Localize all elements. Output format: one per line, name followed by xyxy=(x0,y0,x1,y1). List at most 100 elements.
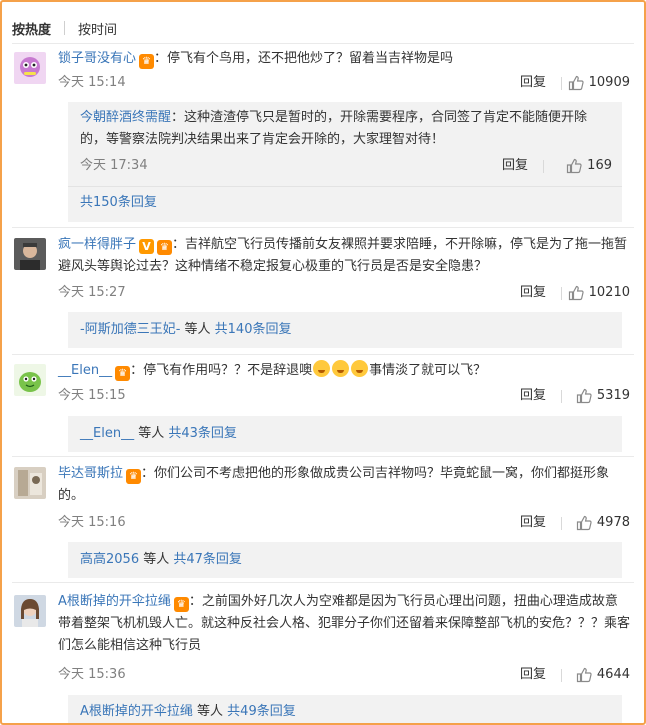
member-crown-icon: ♛ xyxy=(173,597,189,612)
more-replies-link[interactable]: __Elen__ 等人 共43条回复 xyxy=(80,424,237,444)
avatar[interactable] xyxy=(14,364,46,396)
reply-box: __Elen__ 等人 共43条回复 xyxy=(68,416,622,452)
thumbs-up-icon xyxy=(568,285,584,301)
comment-time: 今天 15:16 xyxy=(58,515,126,530)
divider xyxy=(12,43,634,44)
thumbs-up-icon xyxy=(576,667,592,683)
more-replies-link[interactable]: 共150条回复 xyxy=(80,193,157,213)
more-replies-count[interactable]: 共49条回复 xyxy=(227,704,296,719)
comment-text: A根断掉的开伞拉绳 ♛ ：之前国外好几次人为空难都是因为飞行员心理出问题，扭曲心理造… xyxy=(58,591,630,657)
like-button[interactable]: 5319 xyxy=(576,386,630,406)
avatar[interactable] xyxy=(14,238,46,270)
reply-box: A根断掉的开伞拉绳 等人 共49条回复 xyxy=(68,695,622,723)
reply-button[interactable]: 回复 xyxy=(502,156,528,176)
sub-reply: 今朝醉酒终需醒：这种渣渣停飞只是暂时的，开除需要程序，合同签了肯定不能随便开除的… xyxy=(80,107,612,174)
divider xyxy=(12,227,634,228)
comment-text: 锁子哥没有心 ♛ ：停飞有个鸟用，还不把他炒了？留着当吉祥物是吗 xyxy=(58,48,630,70)
verified-v-icon: V xyxy=(139,239,155,254)
reply-preview-label: 等人 xyxy=(139,552,174,567)
more-replies-count[interactable]: 共47条回复 xyxy=(173,552,242,567)
reply-button[interactable]: 回复 xyxy=(520,283,546,303)
comment-username[interactable]: __Elen__ xyxy=(58,363,112,378)
meta-divider xyxy=(561,390,562,403)
emoji-icon xyxy=(332,360,350,377)
meta-divider xyxy=(561,287,562,300)
comment-meta: 今天 15:36 回复 4644 xyxy=(58,665,630,685)
comment-username[interactable]: 毕达哥斯拉 xyxy=(58,466,123,481)
comment-time: 今天 15:15 xyxy=(58,388,126,403)
like-count: 5319 xyxy=(596,388,630,403)
comment-meta: 今天 15:14 回复 10909 xyxy=(58,73,630,93)
like-button[interactable]: 10909 xyxy=(568,73,630,93)
divider xyxy=(12,582,634,583)
comment-item: A根断掉的开伞拉绳 ♛ ：之前国外好几次人为空难都是因为飞行员心理出问题，扭曲心理造… xyxy=(12,591,634,723)
like-count: 10210 xyxy=(588,285,630,300)
more-replies-link[interactable]: -阿斯加德三王妃- 等人 共140条回复 xyxy=(80,320,291,340)
reply-preview-user[interactable]: A根断掉的开伞拉绳 xyxy=(80,704,193,719)
like-button[interactable]: 4644 xyxy=(576,665,630,685)
like-count: 4644 xyxy=(596,667,630,682)
meta-divider xyxy=(543,160,544,173)
more-replies-link[interactable]: 高高2056 等人 共47条回复 xyxy=(80,550,242,570)
comment-content-start: ：停飞有作用吗？？不是辞退噢 xyxy=(130,363,313,378)
comment-text: 疯一样得胖子 V ♛ ：吉祥航空飞行员传播前女友裸照并要求陪睡，不开除嘛，停飞是为了拖… xyxy=(58,234,630,278)
reply-preview-label: 等人 xyxy=(180,322,215,337)
comment-text: __Elen__ ♛ ：停飞有作用吗？？不是辞退噢 事情淡了就可以飞？ xyxy=(58,360,630,382)
comment-item: 锁子哥没有心 ♛ ：停飞有个鸟用，还不把他炒了？留着当吉祥物是吗 今天 15:14 … xyxy=(12,48,634,223)
sub-reply-text: 今朝醉酒终需醒：这种渣渣停飞只是暂时的，开除需要程序，合同签了肯定不能随便开除的… xyxy=(80,107,612,151)
reply-button[interactable]: 回复 xyxy=(520,513,546,533)
more-replies-count[interactable]: 共43条回复 xyxy=(168,426,237,441)
emoji-icon xyxy=(351,360,369,377)
comment-time: 今天 15:14 xyxy=(58,75,126,90)
reply-preview-user[interactable]: __Elen__ xyxy=(80,426,134,441)
like-button[interactable]: 169 xyxy=(566,156,612,176)
more-replies-count[interactable]: 共140条回复 xyxy=(215,322,292,337)
comment-item: 毕达哥斯拉 ♛ ：你们公司不考虑把他的形象做成贵公司吉祥物吗？毕竟蛇鼠一窝，你们都挺… xyxy=(12,463,634,579)
sub-reply-username[interactable]: 今朝醉酒终需醒 xyxy=(80,110,171,125)
comment-panel: 按热度 按时间 锁子哥没有心 ♛ ：停飞有个鸟用，还不把他炒了？留着当吉祥物是吗 今… xyxy=(0,0,646,725)
like-count: 169 xyxy=(587,158,612,173)
like-count: 4978 xyxy=(596,515,630,530)
like-count: 10909 xyxy=(588,75,630,90)
avatar[interactable] xyxy=(14,52,46,84)
divider xyxy=(68,186,622,187)
sub-reply-meta: 今天 17:34 回复 169 xyxy=(80,156,612,176)
reply-button[interactable]: 回复 xyxy=(520,665,546,685)
member-crown-icon: ♛ xyxy=(115,366,131,381)
comment-meta: 今天 15:16 回复 4978 xyxy=(58,513,630,533)
comment-item: __Elen__ ♛ ：停飞有作用吗？？不是辞退噢 事情淡了就可以飞？ 今天 15:1… xyxy=(12,360,634,454)
reply-preview-user[interactable]: -阿斯加德三王妃- xyxy=(80,322,180,337)
thumbs-up-icon xyxy=(567,158,582,174)
sort-bar: 按热度 按时间 xyxy=(12,18,117,38)
meta-divider xyxy=(561,77,562,90)
more-replies-count[interactable]: 共150条回复 xyxy=(80,195,157,210)
comment-meta: 今天 15:27 回复 10210 xyxy=(58,283,630,303)
comment-meta: 今天 15:15 回复 5319 xyxy=(58,386,630,406)
divider xyxy=(12,456,634,457)
reply-box: -阿斯加德三王妃- 等人 共140条回复 xyxy=(68,312,622,348)
comment-time: 今天 15:36 xyxy=(58,667,126,682)
sort-by-time-tab[interactable]: 按时间 xyxy=(78,19,117,38)
reply-button[interactable]: 回复 xyxy=(520,386,546,406)
avatar[interactable] xyxy=(14,595,46,627)
like-button[interactable]: 10210 xyxy=(568,283,630,303)
more-replies-link[interactable]: A根断掉的开伞拉绳 等人 共49条回复 xyxy=(80,702,296,722)
member-crown-icon: ♛ xyxy=(139,54,155,69)
member-crown-icon: ♛ xyxy=(126,469,142,484)
like-button[interactable]: 4978 xyxy=(576,513,630,533)
comment-username[interactable]: 疯一样得胖子 xyxy=(58,237,136,252)
comment-username[interactable]: 锁子哥没有心 xyxy=(58,51,136,66)
avatar[interactable] xyxy=(14,467,46,499)
comment-content: ：停飞有个鸟用，还不把他炒了？留着当吉祥物是吗 xyxy=(154,51,454,66)
thumbs-up-icon xyxy=(576,515,592,531)
sort-divider xyxy=(64,21,66,35)
meta-divider xyxy=(561,517,562,530)
emoji-icon xyxy=(313,360,331,377)
sort-by-hot-tab[interactable]: 按热度 xyxy=(12,19,51,38)
divider xyxy=(12,354,634,355)
comment-item: 疯一样得胖子 V ♛ ：吉祥航空飞行员传播前女友裸照并要求陪睡，不开除嘛，停飞是为了拖… xyxy=(12,234,634,352)
comment-content: ：你们公司不考虑把他的形象做成贵公司吉祥物吗？毕竟蛇鼠一窝，你们都挺形象的。 xyxy=(58,466,610,503)
reply-button[interactable]: 回复 xyxy=(520,73,546,93)
comment-username[interactable]: A根断掉的开伞拉绳 xyxy=(58,594,171,609)
reply-preview-user[interactable]: 高高2056 xyxy=(80,552,139,567)
